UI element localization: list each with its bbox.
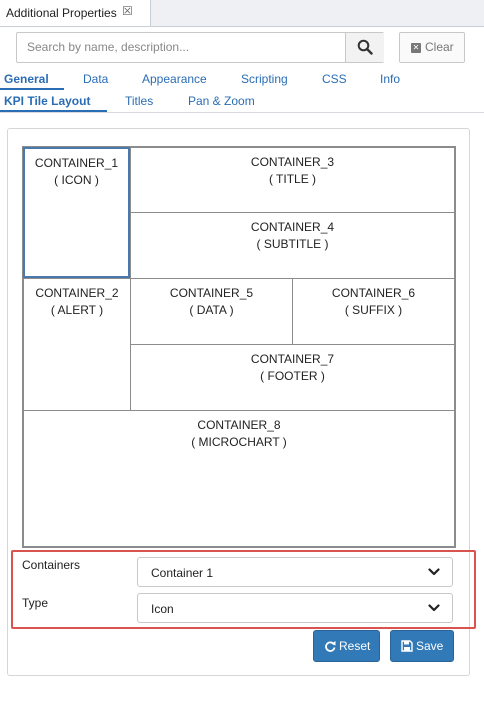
container-role: ( SUBTITLE ) <box>256 237 329 251</box>
save-label: Save <box>416 639 444 653</box>
save-button[interactable]: Save <box>390 630 454 662</box>
clear-icon: ✕ <box>411 43 421 53</box>
container-role: ( SUFFIX ) <box>344 303 403 317</box>
container-2-cell[interactable]: CONTAINER_2 ( ALERT ) <box>23 278 131 411</box>
container-name: CONTAINER_5 <box>169 286 254 300</box>
view-tab-additional-properties[interactable]: Additional Properties ☒ <box>0 0 151 26</box>
container-name: CONTAINER_6 <box>331 286 416 300</box>
container-1-cell[interactable]: CONTAINER_1 ( ICON ) <box>23 147 130 278</box>
tab-appearance[interactable]: Appearance <box>142 72 207 86</box>
container-name: CONTAINER_4 <box>250 220 335 234</box>
containers-select-value: Container 1 <box>151 566 214 580</box>
container-name: CONTAINER_1 <box>34 156 119 170</box>
tab-kpi-tile-layout[interactable]: KPI Tile Layout <box>4 94 90 108</box>
container-role: ( FOOTER ) <box>260 369 325 383</box>
search-input[interactable] <box>17 33 353 60</box>
floppy-disk-icon <box>401 640 413 652</box>
container-6-cell[interactable]: CONTAINER_6 ( SUFFIX ) <box>292 278 455 345</box>
tab-titles[interactable]: Titles <box>125 94 153 108</box>
view-tab-bar: Additional Properties ☒ <box>0 0 484 27</box>
reset-button[interactable]: Reset <box>313 630 380 662</box>
tab-info[interactable]: Info <box>380 72 400 86</box>
chevron-down-icon <box>428 568 440 576</box>
type-label: Type <box>22 596 49 610</box>
tab-data[interactable]: Data <box>83 72 108 86</box>
close-icon[interactable]: ☒ <box>122 4 133 18</box>
container-name: CONTAINER_7 <box>250 352 335 366</box>
type-select-value: Icon <box>151 602 174 616</box>
container-3-cell[interactable]: CONTAINER_3 ( TITLE ) <box>130 147 455 213</box>
refresh-icon <box>325 641 336 652</box>
containers-label: Containers <box>22 558 81 572</box>
chevron-down-icon <box>428 604 440 612</box>
tab-css[interactable]: CSS <box>322 72 347 86</box>
container-role: ( ALERT ) <box>50 303 104 317</box>
search-button[interactable] <box>345 33 384 62</box>
container-5-cell[interactable]: CONTAINER_5 ( DATA ) <box>130 278 293 345</box>
container-name: CONTAINER_3 <box>250 155 335 169</box>
container-role: ( TITLE ) <box>268 172 317 186</box>
container-8-cell[interactable]: CONTAINER_8 ( MICROCHART ) <box>23 410 455 547</box>
clear-label: Clear <box>425 40 454 54</box>
container-name: CONTAINER_8 <box>197 418 281 432</box>
tabs-divider <box>0 112 484 113</box>
container-7-cell[interactable]: CONTAINER_7 ( FOOTER ) <box>130 344 455 411</box>
view-title: Additional Properties <box>6 6 117 20</box>
search-box <box>16 32 384 63</box>
tab-pan-zoom[interactable]: Pan & Zoom <box>188 94 255 108</box>
container-name: CONTAINER_2 <box>35 286 119 300</box>
reset-label: Reset <box>339 639 371 653</box>
clear-button[interactable]: ✕ Clear <box>399 32 465 63</box>
tab-general-underline <box>0 88 64 90</box>
kpi-tile-layout-grid: CONTAINER_1 ( ICON ) CONTAINER_3 ( TITLE… <box>22 146 456 548</box>
type-select[interactable]: Icon <box>137 593 453 623</box>
containers-select[interactable]: Container 1 <box>137 557 453 587</box>
container-role: ( DATA ) <box>189 303 234 317</box>
container-role: ( MICROCHART ) <box>191 435 287 449</box>
tab-general[interactable]: General <box>4 72 49 86</box>
container-role: ( ICON ) <box>54 173 99 187</box>
container-4-cell[interactable]: CONTAINER_4 ( SUBTITLE ) <box>130 212 455 279</box>
tab-scripting[interactable]: Scripting <box>241 72 288 86</box>
search-icon <box>357 39 373 55</box>
